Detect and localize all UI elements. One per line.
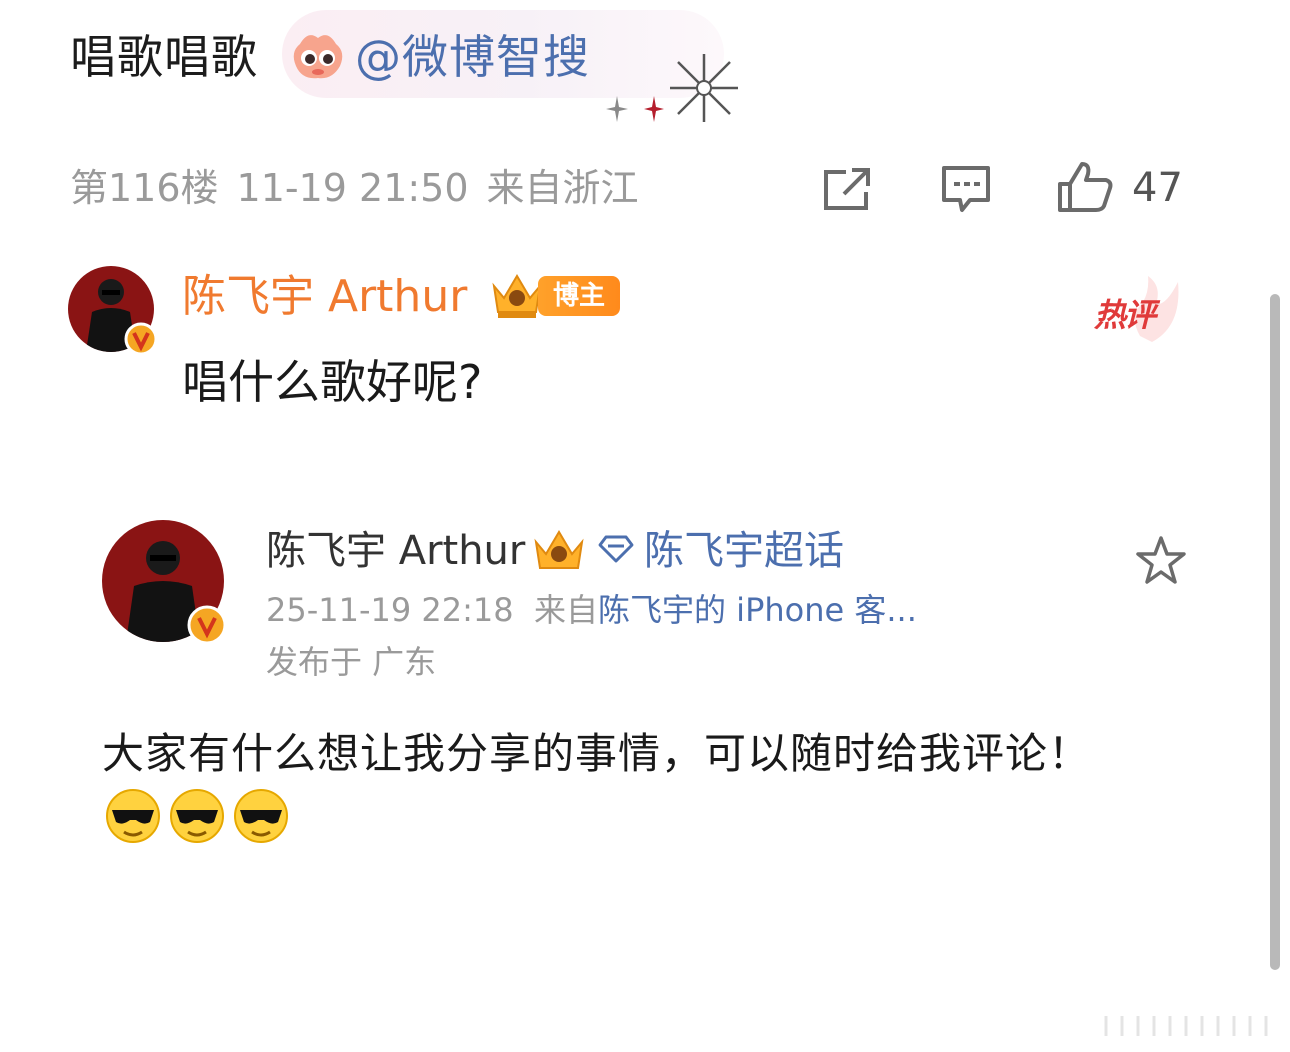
comment-meta: 第116楼 11-19 21:50 来自浙江 bbox=[70, 162, 657, 214]
watermark-lines bbox=[1104, 1016, 1268, 1036]
verified-badge-icon bbox=[124, 322, 158, 356]
post-source-link[interactable]: 陈飞宇的 iPhone 客... bbox=[598, 591, 917, 629]
mention-link[interactable]: @微博智搜 bbox=[355, 22, 590, 92]
comment-location: 来自浙江 bbox=[486, 166, 639, 210]
super-topic-link[interactable]: 陈飞宇超话 bbox=[644, 522, 844, 580]
post-meta: 25-11-19 22:18 来自陈飞宇的 iPhone 客... bbox=[266, 586, 917, 634]
crown-icon bbox=[534, 530, 584, 569]
comment-text: 唱歌唱歌 bbox=[70, 30, 258, 84]
verified-badge-icon bbox=[187, 605, 227, 645]
source-prefix: 来自 bbox=[533, 591, 598, 629]
like-count[interactable]: 47 bbox=[1132, 162, 1183, 214]
floor-number: 第116楼 bbox=[70, 166, 219, 210]
mascot-icon bbox=[293, 35, 343, 79]
comment-icon[interactable] bbox=[940, 164, 992, 214]
post-location: 发布于 广东 bbox=[266, 643, 437, 681]
thumbs-up-icon[interactable] bbox=[1056, 160, 1114, 214]
sparkle-icon bbox=[670, 54, 738, 122]
star-icon[interactable] bbox=[1134, 534, 1188, 586]
reply-text: 唱什么歌好呢? bbox=[182, 355, 483, 409]
post-author-name[interactable]: 陈飞宇 Arthur bbox=[266, 522, 525, 580]
sparkle-red-icon bbox=[644, 96, 664, 122]
blogger-badge: 博主 bbox=[538, 276, 620, 316]
scrollbar[interactable] bbox=[1270, 294, 1280, 970]
cool-emoji-icon bbox=[106, 789, 160, 843]
post-text: 大家有什么想让我分享的事情，可以随时给我评论！ bbox=[102, 729, 1092, 778]
post-datetime: 25-11-19 22:18 bbox=[266, 591, 514, 629]
cool-emoji-icon bbox=[170, 789, 224, 843]
cool-emoji-icon bbox=[234, 789, 288, 843]
sparkle-small-icon bbox=[606, 96, 628, 122]
comment-datetime: 11-19 21:50 bbox=[236, 166, 469, 210]
share-icon[interactable] bbox=[822, 166, 874, 212]
hot-comment-label: 热评 bbox=[1094, 296, 1156, 334]
reply-author-name[interactable]: 陈飞宇 Arthur bbox=[182, 266, 467, 328]
super-topic-diamond-icon bbox=[598, 535, 634, 563]
